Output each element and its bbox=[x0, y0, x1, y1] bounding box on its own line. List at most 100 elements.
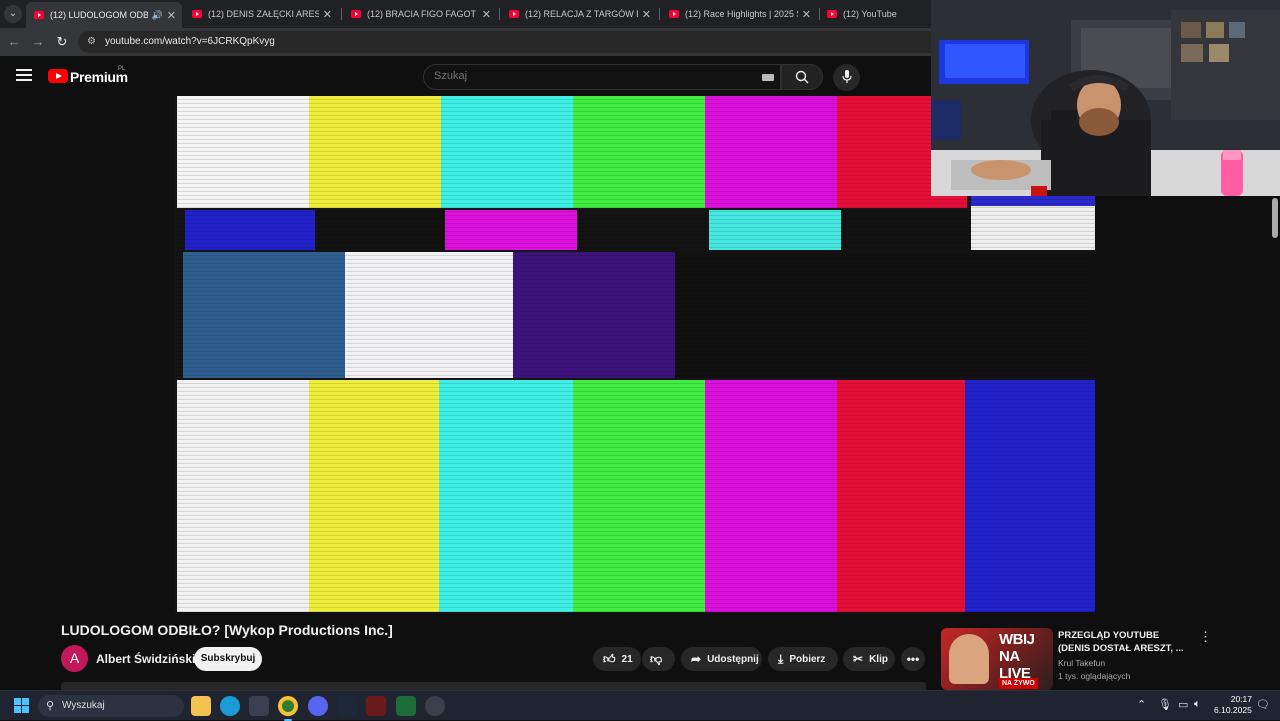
color-bar-blue-small bbox=[185, 210, 315, 250]
back-arrow-icon[interactable]: ← bbox=[5, 33, 23, 51]
keyboard-icon[interactable] bbox=[762, 74, 774, 81]
tab-bracia[interactable]: (12) BRACIA FIGO FAGOT - SIWY ✕ bbox=[343, 3, 497, 25]
share-label: Udostępnij bbox=[707, 653, 759, 665]
notifications-icon[interactable]: 🗨︎ bbox=[1256, 698, 1270, 711]
live-badge: NA ŻYWO bbox=[999, 678, 1038, 689]
page-scrollbar[interactable] bbox=[1270, 196, 1280, 690]
tab-close-icon[interactable]: ✕ bbox=[323, 8, 332, 21]
more-actions-button[interactable]: ••• bbox=[901, 647, 925, 671]
more-horizontal-icon: ••• bbox=[906, 652, 920, 666]
recommendation-channel[interactable]: Krul Takefun bbox=[1058, 658, 1105, 668]
color-bar-cyan bbox=[441, 96, 573, 208]
tab-race-highlights[interactable]: (12) Race Highlights | 2025 Singapore ✕ bbox=[661, 3, 817, 25]
microphone-tray-icon[interactable]: 🎙︎ bbox=[1158, 698, 1172, 711]
hamburger-menu-icon[interactable] bbox=[16, 69, 32, 83]
tab-search-chevron-icon[interactable]: ⌄ bbox=[4, 5, 22, 23]
speaker-icon[interactable]: 🔊 bbox=[152, 10, 163, 21]
game-app-icon[interactable] bbox=[366, 696, 386, 716]
tab-title: (12) Race Highlights | 2025 Singapore bbox=[685, 9, 798, 19]
taskbar-search-label: Wyszukaj bbox=[62, 700, 105, 711]
search-input[interactable] bbox=[434, 70, 734, 82]
download-button[interactable]: ⤓ Pobierz bbox=[768, 647, 838, 671]
discord-icon[interactable] bbox=[308, 696, 328, 716]
windows-start-icon[interactable] bbox=[14, 698, 30, 714]
youtube-favicon-icon bbox=[192, 10, 202, 18]
youtube-favicon-icon bbox=[34, 11, 44, 19]
youtube-favicon-icon bbox=[827, 10, 837, 18]
youtube-favicon-icon bbox=[509, 10, 519, 18]
tab-close-icon[interactable]: ✕ bbox=[167, 9, 176, 22]
file-explorer-icon[interactable] bbox=[191, 696, 211, 716]
color-bar-blue-edge bbox=[971, 196, 1095, 206]
share-button[interactable]: ➦ Udostępnij bbox=[681, 647, 762, 671]
steam-icon[interactable] bbox=[337, 696, 357, 716]
search-button[interactable] bbox=[781, 64, 823, 90]
clip-button[interactable]: ✂ Klip bbox=[843, 647, 895, 671]
volume-icon[interactable]: 🔈︎ bbox=[1194, 698, 1201, 711]
chrome-icon[interactable] bbox=[278, 696, 298, 721]
xbox-app-icon[interactable] bbox=[396, 696, 416, 716]
search-icon: ⚲ bbox=[46, 700, 55, 712]
tab-denis[interactable]: (12) DENIS ZAŁĘCKI ARESZTOWANY ✕ bbox=[184, 3, 338, 25]
youtube-favicon-icon bbox=[351, 10, 361, 18]
recommendation-more-icon[interactable]: ⋮ bbox=[1199, 629, 1212, 645]
channel-avatar[interactable]: A bbox=[61, 645, 88, 672]
color-bar-white-bottom bbox=[177, 380, 309, 612]
like-button[interactable]: 👍︎ 21 bbox=[593, 647, 641, 671]
tray-overflow-chevron-icon[interactable]: ⌃ bbox=[1137, 698, 1146, 711]
recommendation-title[interactable]: PRZEGLĄD YOUTUBE (DENIS DOSTAŁ ARESZT, .… bbox=[1058, 629, 1193, 655]
tab-ludologom[interactable]: (12) LUDOLOGOM ODBIŁO? 🔊 ✕ bbox=[26, 2, 182, 28]
color-bar-white bbox=[177, 96, 309, 208]
color-bar-green-bottom bbox=[573, 380, 705, 612]
recommendation-viewers: 1 tys. oglądających bbox=[1058, 671, 1131, 681]
taskbar-clock-time[interactable]: 20:17 bbox=[1228, 694, 1252, 704]
thumbs-up-icon: 👍︎ bbox=[603, 651, 616, 666]
color-bar-black-pluge bbox=[675, 252, 1095, 378]
color-bar-magenta-small bbox=[445, 210, 577, 250]
color-bar-yellow bbox=[309, 96, 441, 208]
microsoft-store-icon[interactable] bbox=[249, 696, 269, 716]
youtube-favicon-icon bbox=[669, 10, 679, 18]
subscribe-button[interactable]: Subskrybuj bbox=[194, 647, 262, 671]
color-bar-black-small-2 bbox=[577, 210, 709, 250]
webcam-scene bbox=[931, 0, 1280, 196]
obs-studio-icon[interactable] bbox=[425, 696, 445, 716]
channel-name[interactable]: Albert Świdziński bbox=[96, 652, 195, 666]
color-bar-steel-blue bbox=[183, 252, 345, 378]
tab-youtube[interactable]: (12) YouTube bbox=[819, 3, 929, 25]
like-count: 21 bbox=[621, 653, 633, 665]
reload-icon[interactable]: ↻ bbox=[53, 33, 71, 51]
thumbnail-text-line: WBIJ bbox=[999, 631, 1035, 648]
tab-close-icon[interactable]: ✕ bbox=[482, 8, 491, 21]
tab-close-icon[interactable]: ✕ bbox=[802, 8, 811, 21]
site-info-icon[interactable]: ⚙ bbox=[87, 36, 99, 48]
color-bar-red-bottom bbox=[837, 380, 965, 612]
dislike-button[interactable]: 👎︎ bbox=[642, 647, 675, 671]
color-bar-black-small bbox=[315, 210, 445, 250]
windows-taskbar: ⚲ Wyszukaj ⌃ 🎙︎ ▭ 🔈︎ 20:17 6.10.2025 🗨︎ bbox=[0, 690, 1280, 721]
taskbar-search[interactable]: ⚲ Wyszukaj bbox=[38, 695, 184, 717]
tab-separator bbox=[499, 8, 500, 20]
voice-search-button[interactable] bbox=[833, 64, 860, 91]
description-box[interactable] bbox=[61, 682, 926, 690]
download-icon: ⤓ bbox=[778, 651, 784, 666]
url-text[interactable]: youtube.com/watch?v=6JCRKQpKvyg bbox=[105, 36, 275, 47]
forward-arrow-icon[interactable]: → bbox=[29, 33, 47, 51]
download-label: Pobierz bbox=[789, 653, 826, 665]
color-bar-magenta-bottom bbox=[705, 380, 837, 612]
tab-relacja[interactable]: (12) RELACJA Z TARGÓW FIWE ✕ bbox=[501, 3, 657, 25]
recommendation-thumbnail[interactable]: WBIJ NA LIVE NA ŻYWO bbox=[941, 628, 1053, 690]
color-bar-black-small-3 bbox=[841, 210, 971, 250]
search-box[interactable] bbox=[423, 64, 781, 90]
tab-close-icon[interactable]: ✕ bbox=[642, 8, 651, 21]
edge-browser-icon[interactable] bbox=[220, 696, 240, 716]
scrollbar-thumb[interactable] bbox=[1272, 198, 1278, 238]
tab-title: (12) BRACIA FIGO FAGOT - SIWY bbox=[367, 9, 478, 19]
tab-separator bbox=[341, 8, 342, 20]
network-icon[interactable]: ▭ bbox=[1178, 698, 1188, 711]
color-bar-white-pluge bbox=[345, 252, 513, 378]
color-bar-blue-bottom bbox=[965, 380, 1095, 612]
thumbs-down-icon: 👎︎ bbox=[650, 651, 663, 666]
taskbar-clock-date[interactable]: 6.10.2025 bbox=[1214, 705, 1252, 715]
youtube-logo-icon[interactable] bbox=[48, 69, 68, 83]
